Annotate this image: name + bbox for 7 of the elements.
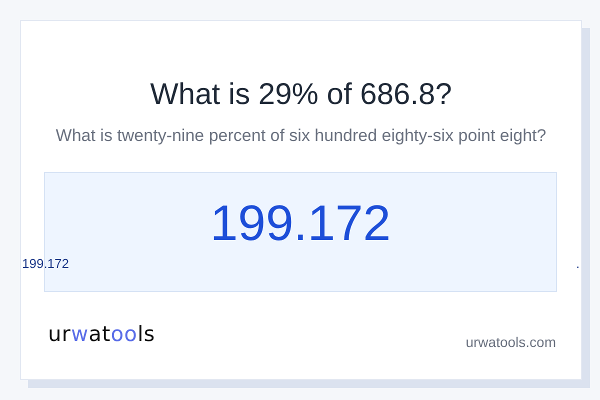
- result-text: 199.172: [22, 256, 69, 271]
- result-value: 199.172: [210, 194, 391, 253]
- question-in-words: What is twenty-nine percent of six hundred eighty-six point eight?: [56, 125, 546, 147]
- logo: urwatools: [48, 322, 156, 346]
- question-title: What is 29% of 686.8?: [150, 77, 452, 113]
- site-url: urwatools.com: [466, 334, 556, 350]
- period-mark: .: [576, 256, 580, 271]
